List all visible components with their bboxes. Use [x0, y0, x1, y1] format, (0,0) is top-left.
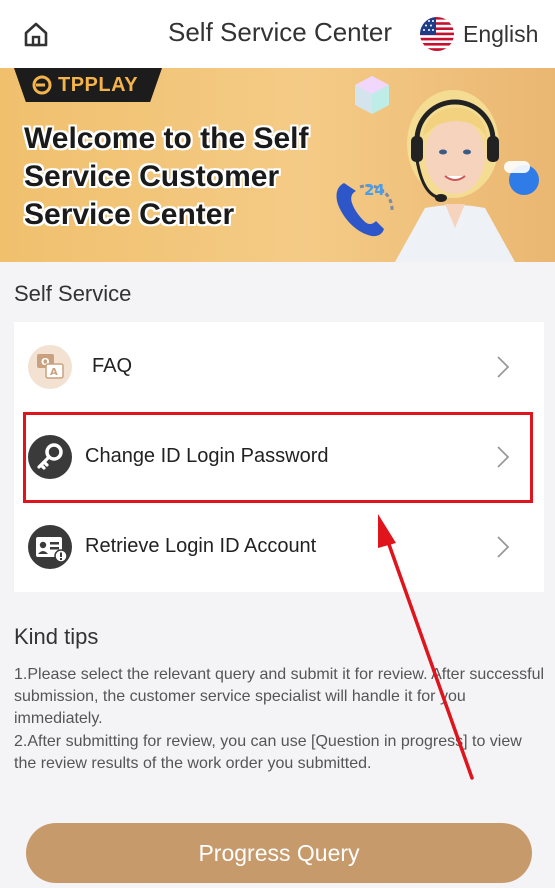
language-selector[interactable]: English	[420, 16, 538, 52]
svg-text:A: A	[50, 367, 58, 378]
faq-qa-icon: Q A	[28, 345, 72, 389]
progress-query-button[interactable]: Progress Query	[26, 823, 532, 883]
support-agent-illustration	[395, 90, 515, 262]
logo-mark-icon	[32, 75, 52, 95]
highlight-box	[23, 412, 533, 503]
list-item-label: FAQ	[92, 355, 133, 377]
list-item-faq[interactable]: Q A FAQ	[14, 322, 544, 412]
top-bar: Self Service Center English	[0, 0, 555, 68]
banner-badge-number: 24	[364, 181, 385, 199]
language-label: English	[463, 20, 539, 47]
blue-sphere-icon	[504, 161, 539, 195]
home-button[interactable]	[22, 20, 50, 48]
banner-welcome-text: Welcome to the Self Service Customer Ser…	[24, 122, 309, 231]
home-icon	[24, 22, 48, 47]
tip-text: 1.Please select the relevant query and s…	[14, 666, 545, 727]
chevron-right-icon	[497, 356, 510, 378]
welcome-banner: TPPLAY Welcome to the Self Service Custo…	[0, 68, 555, 262]
list-item-retrieve-login-id[interactable]: Retrieve Login ID Account	[14, 502, 544, 592]
us-flag-icon	[420, 17, 454, 51]
crystal-cube-icon	[355, 76, 389, 114]
page-title: Self Service Center	[168, 17, 392, 47]
id-card-icon	[28, 525, 72, 569]
logo-text: TPPLAY	[58, 73, 139, 96]
list-item-label: Retrieve Login ID Account	[85, 535, 317, 557]
kind-tips-heading: Kind tips	[14, 624, 99, 649]
self-service-heading: Self Service	[14, 281, 132, 306]
phone-24h-icon: 24	[336, 181, 394, 237]
tip-text: 2.After submitting for review, you can u…	[14, 733, 522, 772]
tpplay-logo: TPPLAY	[14, 68, 162, 102]
chevron-right-icon	[497, 536, 510, 558]
